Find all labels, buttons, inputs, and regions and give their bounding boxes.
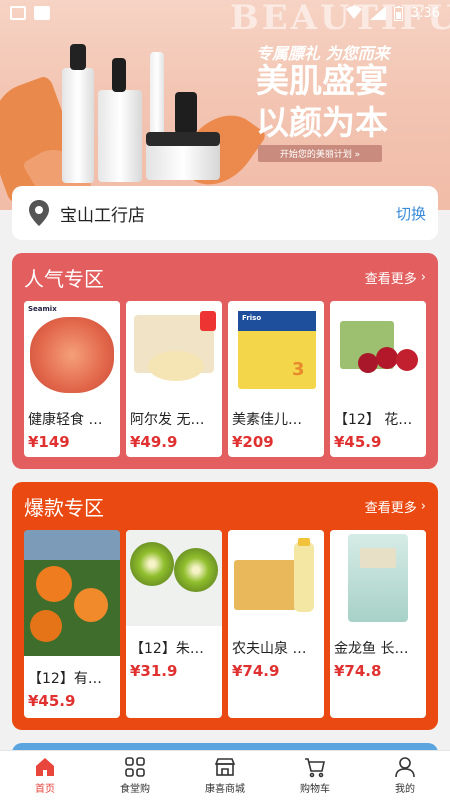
view-more-label: 查看更多 — [364, 500, 417, 516]
product-name: 农夫山泉 … — [232, 641, 307, 657]
bottle-pump — [112, 58, 126, 92]
product-name: 健康轻食 … — [28, 412, 103, 428]
product-bottle-image — [62, 68, 94, 183]
product-image-formula-milk: Friso 3 — [228, 301, 324, 397]
clock-text: 3:36 — [410, 5, 440, 21]
product-image-apples — [330, 301, 426, 397]
product-card[interactable]: 金龙鱼 长… ¥74.8 — [330, 530, 426, 718]
product-name: 【12】 花… — [334, 412, 413, 428]
hot-section: 爆款专区 查看更多 › 【12】有… ¥45.9 【12】朱… ¥31.9 农夫… — [12, 482, 438, 730]
product-name: 【12】朱… — [130, 641, 204, 657]
product-card[interactable]: Friso 3 美素佳儿… ¥209 — [228, 301, 324, 457]
product-price: ¥45.9 — [334, 433, 382, 451]
app-notification-icon — [34, 6, 50, 20]
banner-cta-button[interactable]: 开始您的美丽计划 » — [258, 145, 382, 162]
product-bottle-image — [98, 90, 142, 182]
nav-label: 购物车 — [300, 784, 330, 795]
chevron-right-icon: › — [420, 498, 426, 514]
product-image-dried-persimmon: Seamix — [24, 301, 120, 397]
switch-store-button[interactable]: 切换 — [396, 203, 426, 224]
nav-item-profile[interactable]: 我的 — [360, 751, 450, 800]
product-card[interactable]: 阿尔发 无… ¥49.9 — [126, 301, 222, 457]
product-card[interactable]: Seamix 健康轻食 … ¥149 — [24, 301, 120, 457]
product-card[interactable]: 【12】朱… ¥31.9 — [126, 530, 222, 718]
nav-label: 食堂购 — [120, 784, 150, 795]
nav-item-mall[interactable]: 康喜商城 — [180, 751, 270, 800]
image-notification-icon — [10, 6, 26, 20]
product-price: ¥149 — [28, 433, 70, 451]
banner-headline: 美肌盛宴 以颜为本 — [256, 60, 388, 144]
nav-item-home[interactable]: 首页 — [0, 751, 90, 800]
view-more-link[interactable]: 查看更多 › — [365, 497, 426, 516]
section-title: 爆款专区 — [24, 495, 104, 520]
view-more-label: 查看更多 — [364, 271, 417, 287]
bottle-pump — [70, 44, 86, 70]
promo-banner[interactable]: 3:36 BEAUTIFUL 专属膘礼 为您而来 美肌盛宴 以颜为本 开始您的美… — [0, 0, 450, 210]
popular-section: 人气专区 查看更多 › Seamix 健康轻食 … ¥149 阿尔发 无… ¥4… — [12, 253, 438, 469]
cart-icon — [305, 758, 325, 778]
product-card[interactable]: 农夫山泉 … ¥74.9 — [228, 530, 324, 718]
nav-label: 我的 — [395, 784, 415, 795]
banner-headline-line2: 以颜为本 — [256, 103, 388, 142]
status-bar: 3:36 — [0, 0, 450, 26]
product-image-kiwi — [126, 530, 222, 626]
chevron-right-icon: › — [420, 269, 426, 285]
nav-item-cart[interactable]: 购物车 — [270, 751, 360, 800]
product-price: ¥31.9 — [130, 662, 178, 680]
nav-label: 首页 — [35, 784, 55, 795]
store-name: 宝山工行店 — [60, 205, 145, 226]
product-image-rice-bag — [330, 530, 426, 626]
store-selector: 宝山工行店 切换 — [12, 186, 438, 240]
product-card[interactable]: 【12】有… ¥45.9 — [24, 530, 120, 718]
product-image-tea-drink — [228, 530, 324, 626]
wifi-icon — [345, 6, 362, 19]
jar-lid — [146, 132, 220, 146]
product-price: ¥74.9 — [232, 662, 280, 680]
grid-icon — [125, 757, 145, 777]
product-price: ¥45.9 — [28, 692, 76, 710]
product-name: 【12】有… — [28, 671, 102, 687]
product-name: 美素佳儿… — [232, 412, 302, 428]
nav-item-canteen[interactable]: 食堂购 — [90, 751, 180, 800]
product-price: ¥74.8 — [334, 662, 382, 680]
product-price: ¥49.9 — [130, 433, 178, 451]
view-more-link[interactable]: 查看更多 › — [365, 268, 426, 287]
location-pin-icon — [29, 200, 49, 226]
home-icon — [36, 758, 54, 776]
product-card[interactable]: 【12】 花… ¥45.9 — [330, 301, 426, 457]
signal-icon — [369, 6, 386, 20]
banner-headline-line1: 美肌盛宴 — [256, 61, 388, 100]
product-bottle-image — [150, 52, 164, 142]
product-name: 金龙鱼 长… — [334, 641, 409, 657]
user-icon — [395, 757, 415, 778]
store-icon — [214, 758, 236, 776]
bottom-nav: 首页 食堂购 康喜商城 购物车 我的 — [0, 750, 450, 800]
battery-icon — [393, 5, 403, 21]
product-name: 阿尔发 无… — [130, 412, 205, 428]
product-price: ¥209 — [232, 433, 274, 451]
section-title: 人气专区 — [24, 266, 104, 291]
product-image-persimmons — [24, 530, 120, 656]
nav-label: 康喜商城 — [205, 784, 245, 795]
product-image-bread — [126, 301, 222, 397]
bottle-pump — [175, 92, 197, 134]
